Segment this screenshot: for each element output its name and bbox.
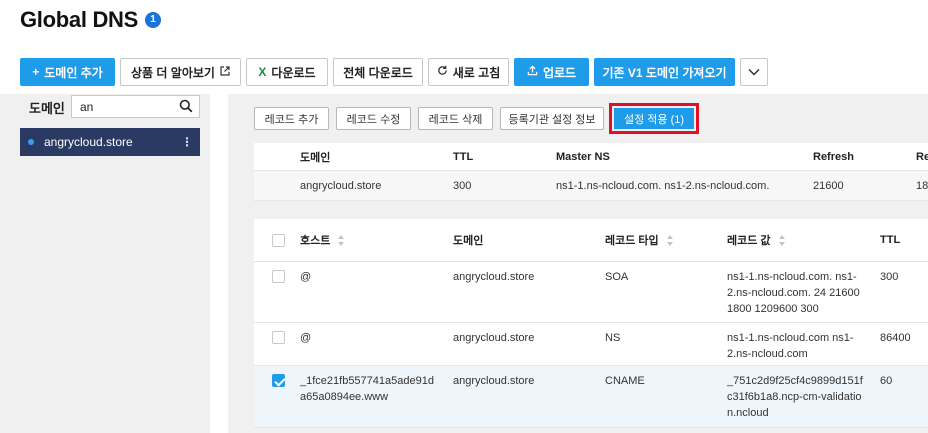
col-ttl: TTL bbox=[453, 150, 474, 163]
row-host: @ bbox=[300, 271, 312, 283]
main-toolbar: + 도메인 추가 상품 더 알아보기 X 다운로드 전체 다운로드 새로 고침 … bbox=[20, 58, 768, 86]
learn-more-button[interactable]: 상품 더 알아보기 bbox=[120, 58, 241, 86]
title-badge: 1 bbox=[145, 12, 161, 28]
col-record-type[interactable]: 레코드 타입 bbox=[605, 219, 674, 261]
registrar-settings-button[interactable]: 등록기관 설정 정보 bbox=[500, 107, 604, 130]
col-host-label: 호스트 bbox=[300, 235, 331, 247]
import-v1-button[interactable]: 기존 V1 도메인 가져오기 bbox=[594, 58, 735, 86]
row-host: @ bbox=[300, 332, 312, 344]
domain-label: 도메인 bbox=[29, 101, 65, 116]
download-all-label: 전체 다운로드 bbox=[343, 65, 413, 80]
row-domain: angrycloud.store bbox=[453, 271, 535, 283]
delete-record-button[interactable]: 레코드 삭제 bbox=[418, 107, 493, 130]
domain-search-input[interactable] bbox=[72, 96, 172, 117]
col-host[interactable]: 호스트 bbox=[300, 219, 345, 261]
records-panel: 레코드 추가 레코드 수정 레코드 삭제 등록기관 설정 정보 설정 적용 (1… bbox=[228, 94, 928, 433]
sort-icon bbox=[666, 234, 674, 246]
col-record-value[interactable]: 레코드 값 bbox=[727, 219, 786, 261]
apply-highlight: 설정 적용 (1) bbox=[609, 103, 699, 134]
excel-icon: X bbox=[258, 65, 267, 79]
refresh-button[interactable]: 새로 고침 bbox=[428, 58, 509, 86]
row-ttl: 60 bbox=[880, 375, 893, 387]
row-checkbox[interactable] bbox=[272, 374, 285, 387]
page-header: Global DNS 1 bbox=[0, 0, 928, 52]
row-type: NS bbox=[605, 332, 621, 344]
page-title: Global DNS bbox=[20, 7, 139, 32]
col-master-ns: Master NS bbox=[556, 150, 610, 163]
search-icon[interactable] bbox=[179, 99, 193, 113]
row-ttl: 300 bbox=[880, 271, 899, 283]
status-dot bbox=[28, 139, 34, 145]
refresh-label: 새로 고침 bbox=[452, 65, 501, 80]
table-row[interactable]: @ angrycloud.store SOA ns1-1.ns-ncloud.c… bbox=[254, 262, 928, 323]
row-domain: angrycloud.store bbox=[453, 375, 535, 387]
soa-table: 도메인 TTL Master NS Refresh Re angrycloud.… bbox=[254, 143, 928, 201]
soa-table-row: angrycloud.store 300 ns1-1.ns-ncloud.com… bbox=[254, 171, 928, 201]
records-table-header: 호스트 도메인 레코드 타입 레코드 값 TTL bbox=[254, 219, 928, 262]
more-dropdown-button[interactable] bbox=[740, 58, 768, 86]
row-type: CNAME bbox=[605, 375, 645, 387]
row-value: ns1-1.ns-ncloud.com. ns1-2.ns-ncloud.com… bbox=[727, 271, 860, 315]
col-record-domain: 도메인 bbox=[453, 235, 484, 247]
external-link-icon bbox=[220, 65, 230, 79]
add-domain-label: 도메인 추가 bbox=[44, 65, 103, 80]
col-retry: Re bbox=[916, 150, 928, 163]
table-row[interactable]: @ angrycloud.store NS ns1-1.ns-ncloud.co… bbox=[254, 323, 928, 366]
add-domain-button[interactable]: + 도메인 추가 bbox=[20, 58, 115, 86]
col-record-ttl: TTL bbox=[880, 234, 901, 246]
col-record-value-label: 레코드 값 bbox=[727, 235, 771, 247]
upload-icon bbox=[527, 65, 538, 79]
row-value: ns1-1.ns-ncloud.com ns1-2.ns-ncloud.com bbox=[727, 332, 854, 360]
soa-refresh: 21600 bbox=[813, 179, 844, 192]
upload-button[interactable]: 업로드 bbox=[514, 58, 589, 86]
row-type: SOA bbox=[605, 271, 629, 283]
sort-icon bbox=[338, 234, 345, 246]
download-button[interactable]: X 다운로드 bbox=[246, 58, 328, 86]
chevron-down-icon bbox=[748, 65, 760, 79]
download-all-button[interactable]: 전체 다운로드 bbox=[333, 58, 423, 86]
col-refresh: Refresh bbox=[813, 150, 854, 163]
upload-label: 업로드 bbox=[542, 65, 577, 80]
table-row[interactable]: _1fce21fb557741a5ade91da65a0894ee.www an… bbox=[254, 366, 928, 428]
download-label: 다운로드 bbox=[271, 65, 316, 80]
refresh-icon bbox=[437, 65, 448, 79]
select-all-checkbox[interactable] bbox=[272, 234, 285, 247]
soa-table-header: 도메인 TTL Master NS Refresh Re bbox=[254, 143, 928, 171]
apply-settings-button[interactable]: 설정 적용 (1) bbox=[614, 108, 694, 129]
plus-icon: + bbox=[32, 65, 40, 79]
col-domain: 도메인 bbox=[300, 151, 331, 164]
domain-sidebar: 도메인 angrycloud.store ⋮ bbox=[0, 94, 210, 433]
row-value: _751c2d9f25cf4c9899d151fc31f6b1a8.ncp-cm… bbox=[727, 375, 863, 419]
soa-retry: 18 bbox=[916, 179, 928, 192]
domain-list-item-name: angrycloud.store bbox=[44, 135, 133, 149]
sort-icon bbox=[778, 234, 786, 246]
soa-domain: angrycloud.store bbox=[300, 179, 382, 192]
kebab-menu-icon[interactable]: ⋮ bbox=[180, 135, 194, 149]
row-host: _1fce21fb557741a5ade91da65a0894ee.www bbox=[300, 375, 434, 403]
records-table: 호스트 도메인 레코드 타입 레코드 값 TTL @ angrycloud.st… bbox=[254, 219, 928, 428]
add-record-button[interactable]: 레코드 추가 bbox=[254, 107, 329, 130]
learn-more-label: 상품 더 알아보기 bbox=[131, 65, 215, 80]
row-domain: angrycloud.store bbox=[453, 332, 535, 344]
row-ttl: 86400 bbox=[880, 332, 911, 344]
soa-master-ns: ns1-1.ns-ncloud.com. ns1-2.ns-ncloud.com… bbox=[556, 179, 770, 192]
domain-list-item[interactable]: angrycloud.store ⋮ bbox=[20, 128, 200, 156]
row-checkbox[interactable] bbox=[272, 270, 285, 283]
domain-search bbox=[71, 95, 200, 118]
row-checkbox[interactable] bbox=[272, 331, 285, 344]
edit-record-button[interactable]: 레코드 수정 bbox=[336, 107, 411, 130]
col-record-type-label: 레코드 타입 bbox=[605, 235, 659, 247]
soa-ttl: 300 bbox=[453, 179, 472, 192]
record-actions: 레코드 추가 레코드 수정 레코드 삭제 등록기관 설정 정보 설정 적용 (1… bbox=[254, 103, 699, 134]
import-v1-label: 기존 V1 도메인 가져오기 bbox=[602, 65, 727, 80]
